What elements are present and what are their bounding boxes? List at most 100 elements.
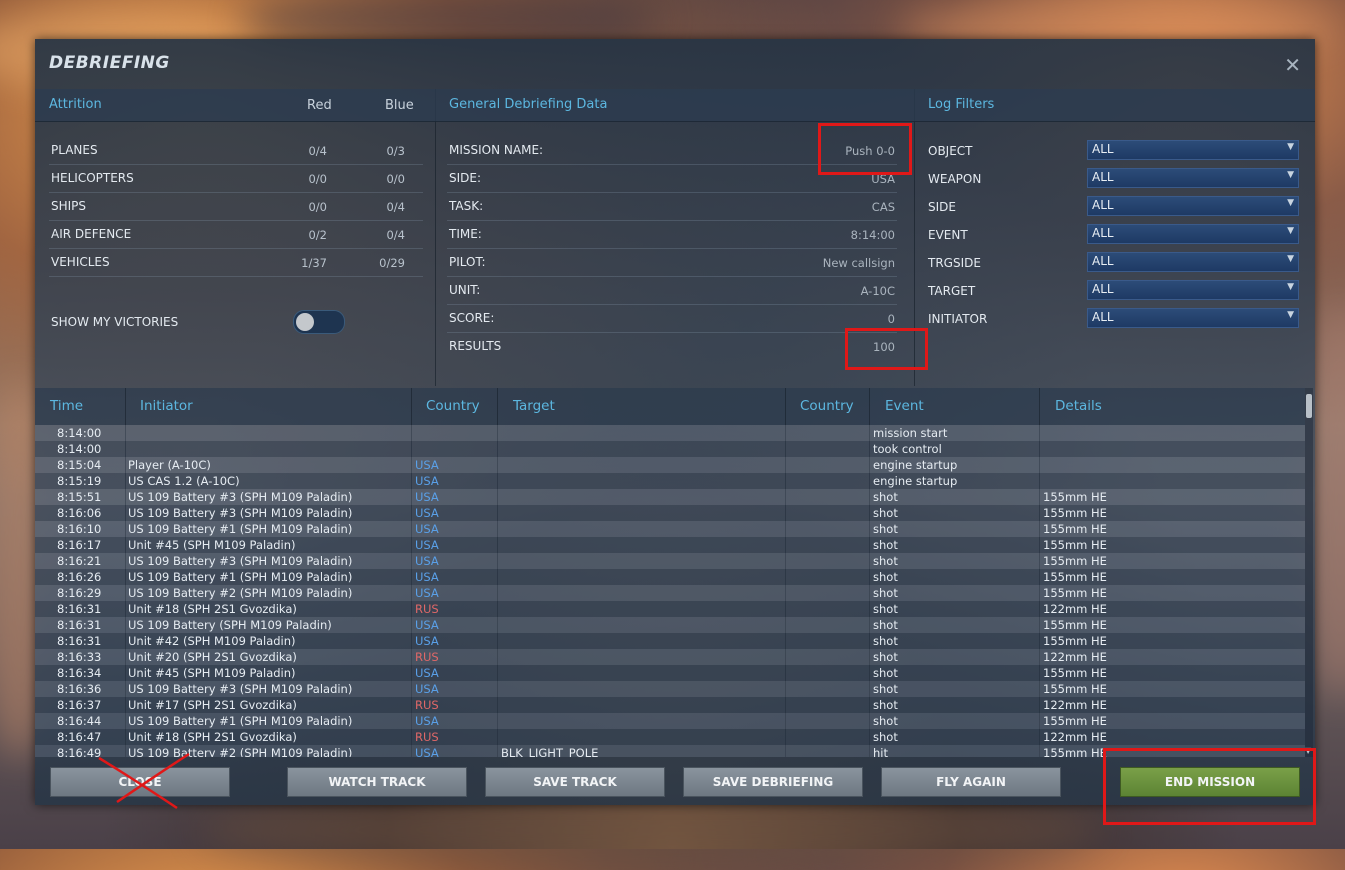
filter-label: SIDE [928, 200, 956, 214]
log-initiator: US 109 Battery #2 (SPH M109 Paladin) [128, 586, 353, 600]
filter-label: TARGET [928, 284, 976, 298]
col-initiator[interactable]: Initiator [140, 398, 193, 414]
filter-initiator-dropdown[interactable]: ALL ▼ [1087, 308, 1299, 328]
save-track-button[interactable]: SAVE TRACK [485, 767, 665, 797]
scrollbar-thumb[interactable] [1306, 394, 1312, 418]
log-header-row: Time Initiator Country Target Country Ev… [35, 388, 1305, 425]
log-row[interactable]: 8:15:04 Player (A-10C) USA engine startup [35, 457, 1305, 473]
log-row[interactable]: 8:16:49 US 109 Battery #2 (SPH M109 Palad… [35, 745, 1305, 757]
log-row[interactable]: 8:16:21 US 109 Battery #3 (SPH M109 Palad… [35, 553, 1305, 569]
attrition-blue: 0/3 [386, 144, 405, 158]
filter-label: WEAPON [928, 172, 982, 186]
col-event[interactable]: Event [885, 398, 924, 414]
general-header: General Debriefing Data [435, 89, 914, 122]
log-time: 8:16:31 [57, 634, 102, 648]
general-label: TIME: [449, 227, 482, 241]
log-row[interactable]: 8:16:31 US 109 Battery (SPH M109 Paladin)… [35, 617, 1305, 633]
log-details: 155mm HE [1043, 570, 1107, 584]
scroll-down-icon[interactable]: ▼ [1305, 746, 1311, 755]
log-row[interactable]: 8:16:31 Unit #42 (SPH M109 Paladin) USA sho… [35, 633, 1305, 649]
log-details: 155mm HE [1043, 746, 1107, 757]
log-row[interactable]: 8:14:00 mission start [35, 425, 1305, 441]
log-row[interactable]: 8:16:44 US 109 Battery #1 (SPH M109 Palad… [35, 713, 1305, 729]
log-row[interactable]: 8:16:33 Unit #20 (SPH 2S1 Gvozdika) RUS sho… [35, 649, 1305, 665]
log-details: 155mm HE [1043, 506, 1107, 520]
dialog-title: DEBRIEFING [49, 53, 170, 73]
log-event: shot [873, 602, 898, 616]
filter-object-dropdown[interactable]: ALL ▼ [1087, 140, 1299, 160]
save-debriefing-button[interactable]: SAVE DEBRIEFING [683, 767, 863, 797]
filter-side-dropdown[interactable]: ALL ▼ [1087, 196, 1299, 216]
log-country: USA [415, 538, 439, 552]
log-time: 8:15:51 [57, 490, 102, 504]
col-target-country[interactable]: Country [800, 398, 854, 414]
log-initiator: US 109 Battery #3 (SPH M109 Paladin) [128, 490, 353, 504]
button-bar: CLOSE WATCH TRACK SAVE TRACK SAVE DEBRIE… [35, 757, 1315, 805]
log-time: 8:16:34 [57, 666, 102, 680]
col-target[interactable]: Target [513, 398, 555, 414]
close-icon[interactable]: ✕ [1284, 53, 1301, 77]
log-row[interactable]: 8:15:51 US 109 Battery #3 (SPH M109 Palad… [35, 489, 1305, 505]
general-value: USA [871, 172, 895, 186]
log-time: 8:14:00 [57, 426, 102, 440]
attrition-panel: Attrition Red Blue PLANES 0/4 0/3 HELICO… [35, 89, 436, 386]
general-row-mission-name: MISSION NAME: Push 0-0 [447, 137, 897, 165]
log-row[interactable]: 8:14:00 took control [35, 441, 1305, 457]
dropdown-value: ALL [1092, 170, 1114, 184]
attrition-blue: 0/29 [379, 256, 405, 270]
filter-trgside-dropdown[interactable]: ALL ▼ [1087, 252, 1299, 272]
log-country: USA [415, 746, 439, 757]
log-country: USA [415, 634, 439, 648]
log-details: 155mm HE [1043, 634, 1107, 648]
log-initiator: Unit #17 (SPH 2S1 Gvozdika) [128, 698, 297, 712]
log-time: 8:16:33 [57, 650, 102, 664]
filter-label: INITIATOR [928, 312, 988, 326]
log-initiator: Unit #45 (SPH M109 Paladin) [128, 538, 296, 552]
chevron-down-icon: ▼ [1287, 170, 1294, 180]
log-country: USA [415, 490, 439, 504]
col-time[interactable]: Time [50, 398, 83, 414]
show-victories-toggle[interactable] [293, 310, 345, 334]
log-event: shot [873, 522, 898, 536]
log-row[interactable]: 8:16:36 US 109 Battery #3 (SPH M109 Palad… [35, 681, 1305, 697]
col-details[interactable]: Details [1055, 398, 1102, 414]
log-body[interactable]: 8:14:00 mission start 8:14:00 took control 8… [35, 425, 1305, 757]
attrition-title: Attrition [49, 97, 102, 112]
log-initiator: US 109 Battery #3 (SPH M109 Paladin) [128, 682, 353, 696]
fly-again-button[interactable]: FLY AGAIN [881, 767, 1061, 797]
log-row[interactable]: 8:16:29 US 109 Battery #2 (SPH M109 Palad… [35, 585, 1305, 601]
log-row[interactable]: 8:16:26 US 109 Battery #1 (SPH M109 Palad… [35, 569, 1305, 585]
log-details: 122mm HE [1043, 698, 1107, 712]
filter-event-dropdown[interactable]: ALL ▼ [1087, 224, 1299, 244]
log-country: USA [415, 474, 439, 488]
filter-weapon-dropdown[interactable]: ALL ▼ [1087, 168, 1299, 188]
log-row[interactable]: 8:16:37 Unit #17 (SPH 2S1 Gvozdika) RUS sho… [35, 697, 1305, 713]
log-scrollbar[interactable]: ▼ [1305, 388, 1313, 757]
watch-track-button[interactable]: WATCH TRACK [287, 767, 467, 797]
log-details: 155mm HE [1043, 666, 1107, 680]
log-row[interactable]: 8:16:31 Unit #18 (SPH 2S1 Gvozdika) RUS sho… [35, 601, 1305, 617]
log-row[interactable]: 8:16:34 Unit #45 (SPH M109 Paladin) USA sho… [35, 665, 1305, 681]
log-country: USA [415, 522, 439, 536]
attrition-red: 0/4 [308, 144, 327, 158]
filter-target-dropdown[interactable]: ALL ▼ [1087, 280, 1299, 300]
general-value: 100 [873, 340, 895, 354]
col-country[interactable]: Country [426, 398, 480, 414]
log-event: shot [873, 698, 898, 712]
end-mission-button[interactable]: END MISSION [1120, 767, 1300, 797]
attrition-row: AIR DEFENCE 0/2 0/4 [49, 221, 423, 249]
title-bar: DEBRIEFING ✕ [35, 39, 1315, 89]
log-details: 122mm HE [1043, 602, 1107, 616]
log-row[interactable]: 8:16:10 US 109 Battery #1 (SPH M109 Palad… [35, 521, 1305, 537]
log-row[interactable]: 8:16:17 Unit #45 (SPH M109 Paladin) USA sho… [35, 537, 1305, 553]
attrition-header: Attrition Red Blue [35, 89, 435, 122]
attrition-label: SHIPS [51, 199, 87, 213]
toggle-knob [296, 313, 314, 331]
log-initiator: Unit #18 (SPH 2S1 Gvozdika) [128, 730, 297, 744]
log-row[interactable]: 8:16:06 US 109 Battery #3 (SPH M109 Palad… [35, 505, 1305, 521]
log-country: USA [415, 666, 439, 680]
log-row[interactable]: 8:15:19 US CAS 1.2 (A-10C) USA engine start… [35, 473, 1305, 489]
log-row[interactable]: 8:16:47 Unit #18 (SPH 2S1 Gvozdika) RUS sho… [35, 729, 1305, 745]
event-log-table: Time Initiator Country Target Country Ev… [35, 388, 1315, 757]
log-event: shot [873, 682, 898, 696]
